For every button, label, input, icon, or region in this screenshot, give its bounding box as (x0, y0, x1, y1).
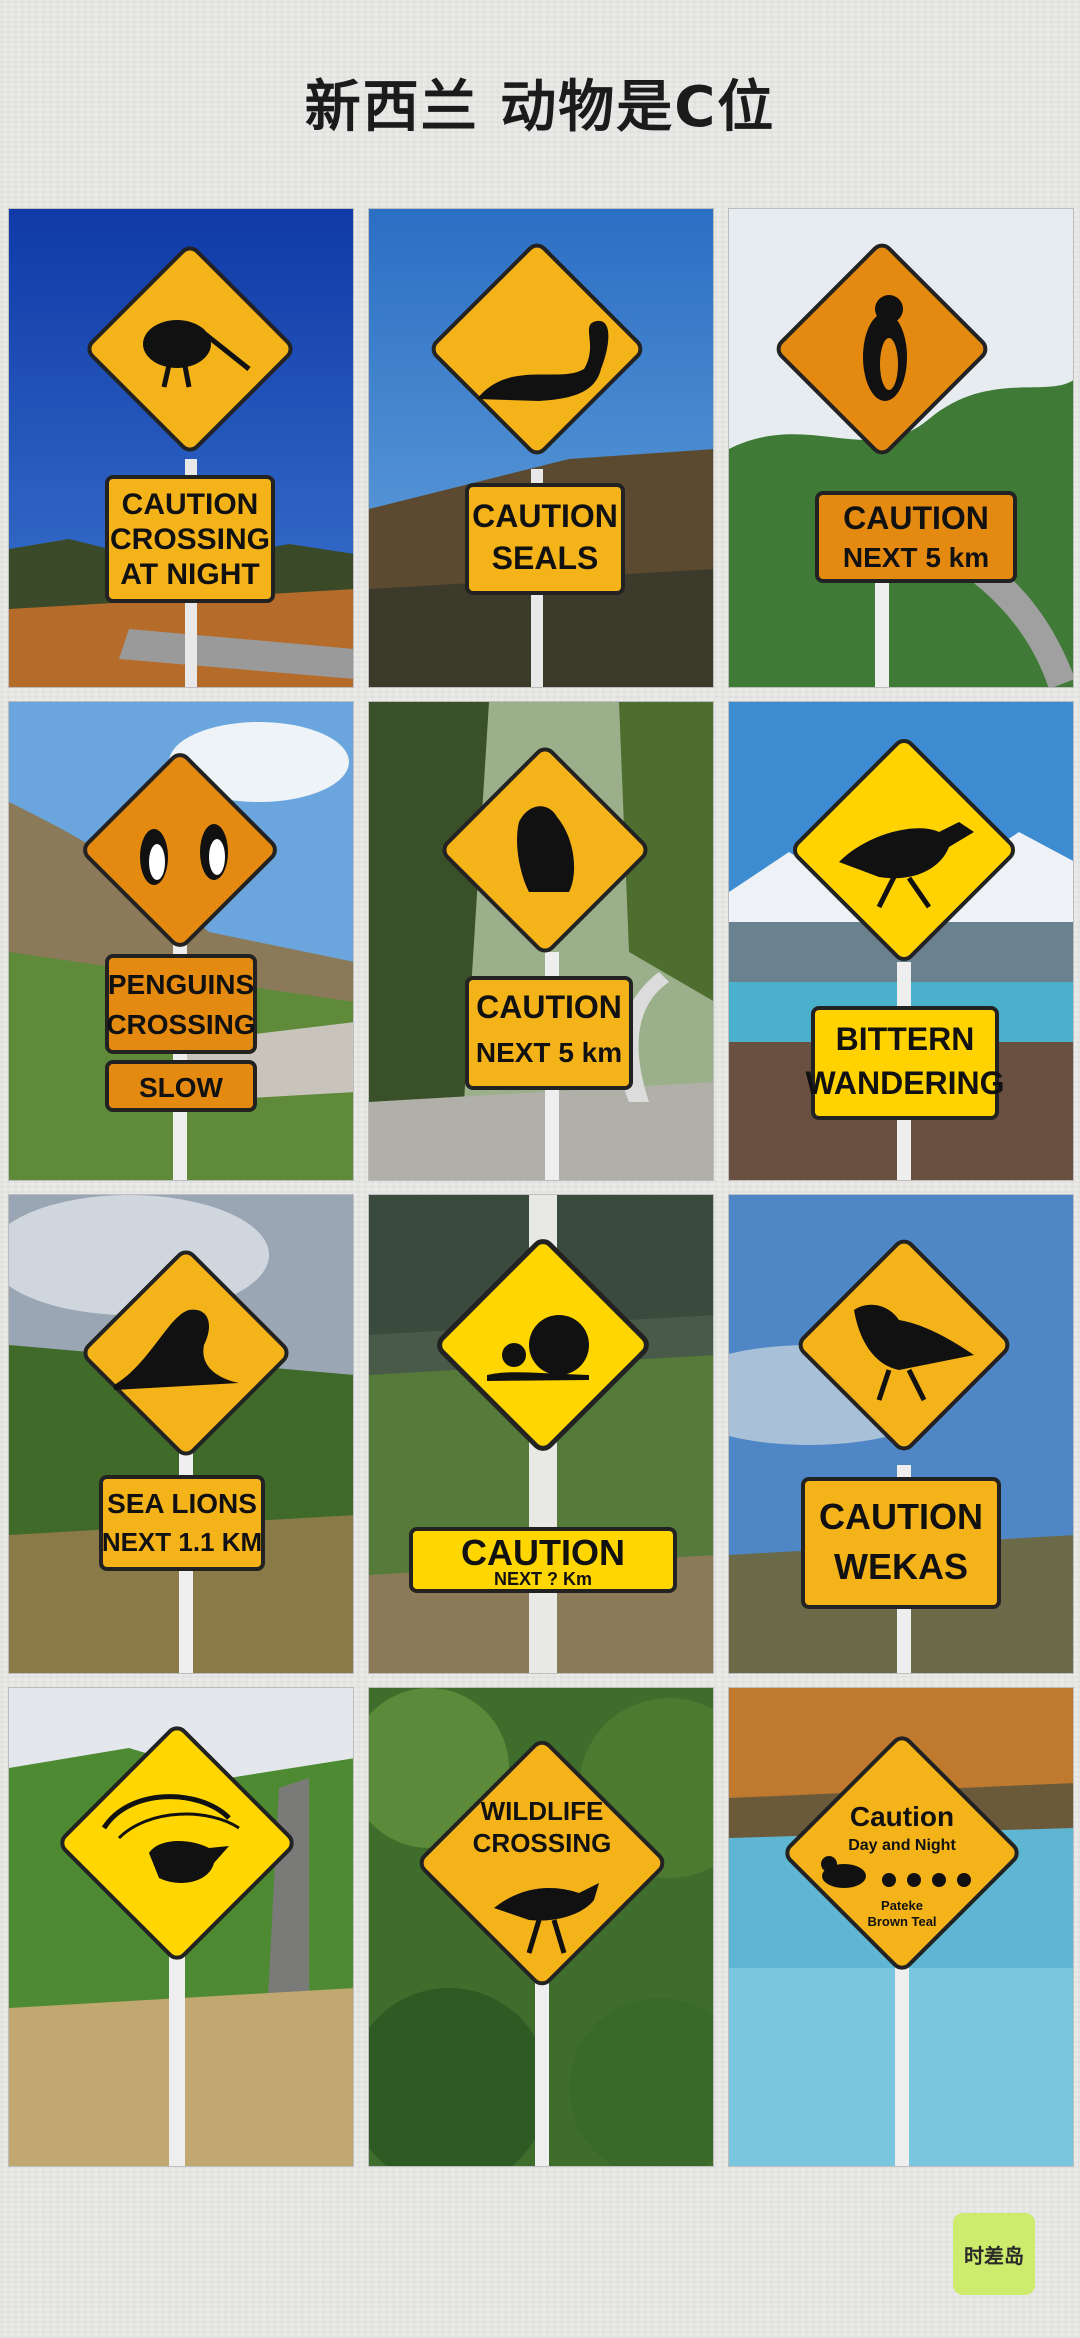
sign-line: Brown Teal (867, 1914, 936, 1929)
seals-sign-image: CAUTION SEALS (369, 209, 713, 687)
photo-penguin-sign: CAUTION NEXT 5 km (728, 208, 1074, 688)
wildlife-crossing-sign-image: WILDLIFE CROSSING (369, 1688, 713, 2166)
sign-line: CAUTION (843, 500, 989, 536)
sign-line: PENGUINS (108, 969, 254, 1000)
photo-bittern-sign: BITTERN WANDERING (728, 701, 1074, 1181)
bittern-sign-image: BITTERN WANDERING (729, 702, 1073, 1180)
photo-lyrebird-sign (8, 1687, 354, 2167)
photo-wildlife-crossing-sign: WILDLIFE CROSSING (368, 1687, 714, 2167)
sign-line: WANDERING (805, 1065, 1004, 1101)
wekas-sign-image: CAUTION WEKAS (729, 1195, 1073, 1673)
sign-line: SEA LIONS (107, 1488, 257, 1519)
sign-line: WILDLIFE (481, 1796, 604, 1826)
sign-line: CAUTION (476, 989, 622, 1025)
photo-kea-sign: CAUTION NEXT 5 km (368, 701, 714, 1181)
snail-sign-image: CAUTION NEXT ? Km (369, 1195, 713, 1673)
sign-line: CAUTION (461, 1532, 625, 1573)
photo-kiwi-sign: CAUTION CROSSING AT NIGHT (8, 208, 354, 688)
sign-line: CROSSING (473, 1828, 612, 1858)
kea-sign-image: CAUTION NEXT 5 km (369, 702, 713, 1180)
sign-line: SLOW (139, 1072, 224, 1103)
sign-line: NEXT ? Km (494, 1569, 592, 1589)
penguin-sign-image: CAUTION NEXT 5 km (729, 209, 1073, 687)
photo-penguins-sign: PENGUINS CROSSING SLOW (8, 701, 354, 1181)
brand-logo: 时差岛 (953, 2213, 1035, 2295)
photo-seals-sign: CAUTION SEALS (368, 208, 714, 688)
sign-line: Pateke (881, 1898, 923, 1913)
page-title: 新西兰 动物是C位 (304, 75, 776, 140)
photo-brown-teal-sign: Caution Day and Night Pateke Brown Teal (728, 1687, 1074, 2167)
sign-line: CAUTION (472, 498, 618, 534)
sign-line: AT NIGHT (120, 558, 259, 591)
sign-line: NEXT 1.1 KM (102, 1527, 262, 1557)
penguins-sign-image: PENGUINS CROSSING SLOW (9, 702, 353, 1180)
photo-snail-sign: CAUTION NEXT ? Km (368, 1194, 714, 1674)
sign-line: CROSSING (110, 523, 270, 556)
brown-teal-sign-image: Caution Day and Night Pateke Brown Teal (729, 1688, 1073, 2166)
sign-line: Day and Night (848, 1837, 956, 1854)
photo-sea-lions-sign: SEA LIONS NEXT 1.1 KM (8, 1194, 354, 1674)
sign-line: Caution (850, 1801, 954, 1832)
sign-line: CROSSING (106, 1009, 255, 1040)
kiwi-sign-image: CAUTION CROSSING AT NIGHT (9, 209, 353, 687)
lyrebird-sign-image (9, 1688, 353, 2166)
sign-line: SEALS (492, 540, 599, 576)
sign-line: CAUTION (819, 1496, 983, 1537)
sign-line: NEXT 5 km (476, 1037, 622, 1068)
photo-wekas-sign: CAUTION WEKAS (728, 1194, 1074, 1674)
photo-grid: CAUTION CROSSING AT NIGHT CAUTION SEALS (8, 208, 1074, 2168)
sign-line: NEXT 5 km (843, 542, 989, 573)
sign-line: WEKAS (834, 1546, 968, 1587)
sign-line: BITTERN (836, 1021, 975, 1057)
sea-lions-sign-image: SEA LIONS NEXT 1.1 KM (9, 1195, 353, 1673)
sign-line: CAUTION (122, 488, 259, 521)
